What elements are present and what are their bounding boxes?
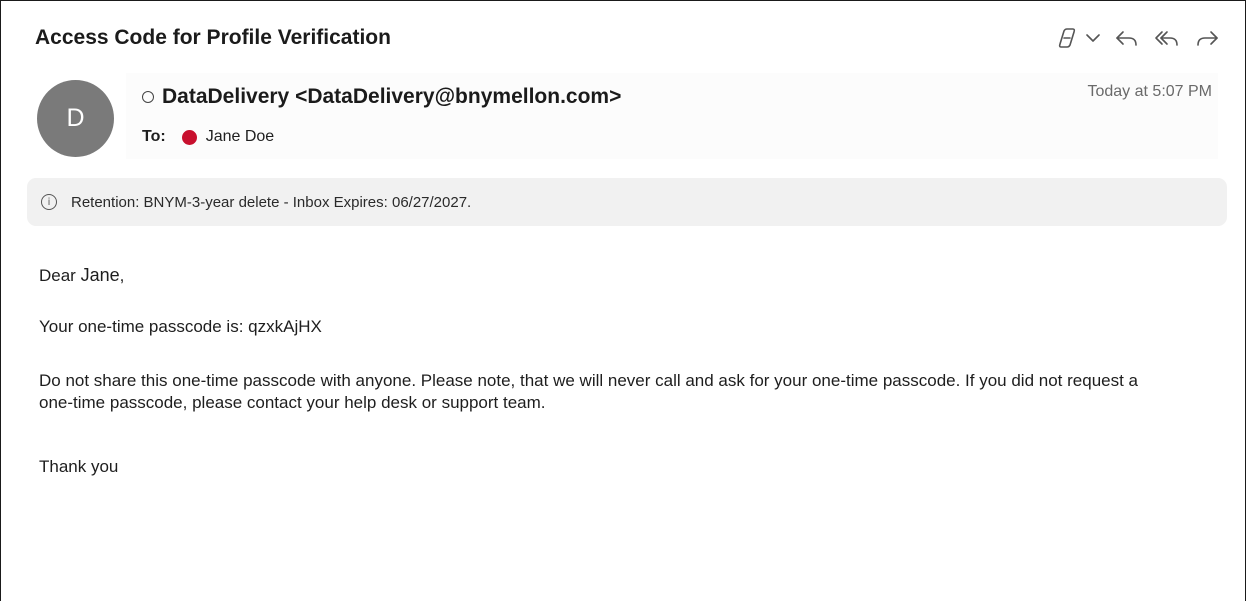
message-toolbar — [1054, 24, 1222, 52]
warning-paragraph: Do not share this one-time passcode with… — [39, 371, 1138, 412]
info-icon: i — [41, 194, 57, 210]
greeting-prefix: Dear — [39, 266, 81, 285]
presence-status-icon — [142, 91, 154, 103]
recipient-name[interactable]: Jane Doe — [206, 128, 275, 146]
recipients-row: To: Jane Doe — [142, 128, 274, 146]
sender-row[interactable]: DataDelivery <DataDelivery@bnymellon.com… — [142, 85, 621, 109]
copilot-icon[interactable] — [1054, 24, 1080, 52]
greeting: Dear Jane, — [39, 264, 339, 287]
received-timestamp: Today at 5:07 PM — [1087, 83, 1212, 100]
reply-icon[interactable] — [1112, 24, 1142, 52]
chevron-down-icon[interactable] — [1084, 24, 1102, 52]
recipient-status-icon — [181, 129, 197, 145]
forward-icon[interactable] — [1192, 24, 1222, 52]
greeting-suffix: , — [119, 266, 125, 285]
reply-all-icon[interactable] — [1152, 24, 1182, 52]
email-subject: Access Code for Profile Verification — [35, 26, 391, 49]
sender-header: DataDelivery <DataDelivery@bnymellon.com… — [126, 73, 1218, 159]
sender-name[interactable]: DataDelivery <DataDelivery@bnymellon.com… — [162, 85, 621, 109]
passcode-line: Your one-time passcode is: qzxkAjHX — [39, 317, 322, 336]
retention-banner: i Retention: BNYM-3-year delete - Inbox … — [27, 178, 1227, 226]
avatar-initial: D — [66, 104, 85, 132]
closing: Thank you — [39, 457, 119, 476]
retention-text: Retention: BNYM-3-year delete - Inbox Ex… — [71, 193, 472, 211]
to-label: To: — [142, 128, 166, 145]
avatar[interactable]: D — [37, 80, 114, 157]
greeting-name: Jane — [80, 265, 120, 285]
